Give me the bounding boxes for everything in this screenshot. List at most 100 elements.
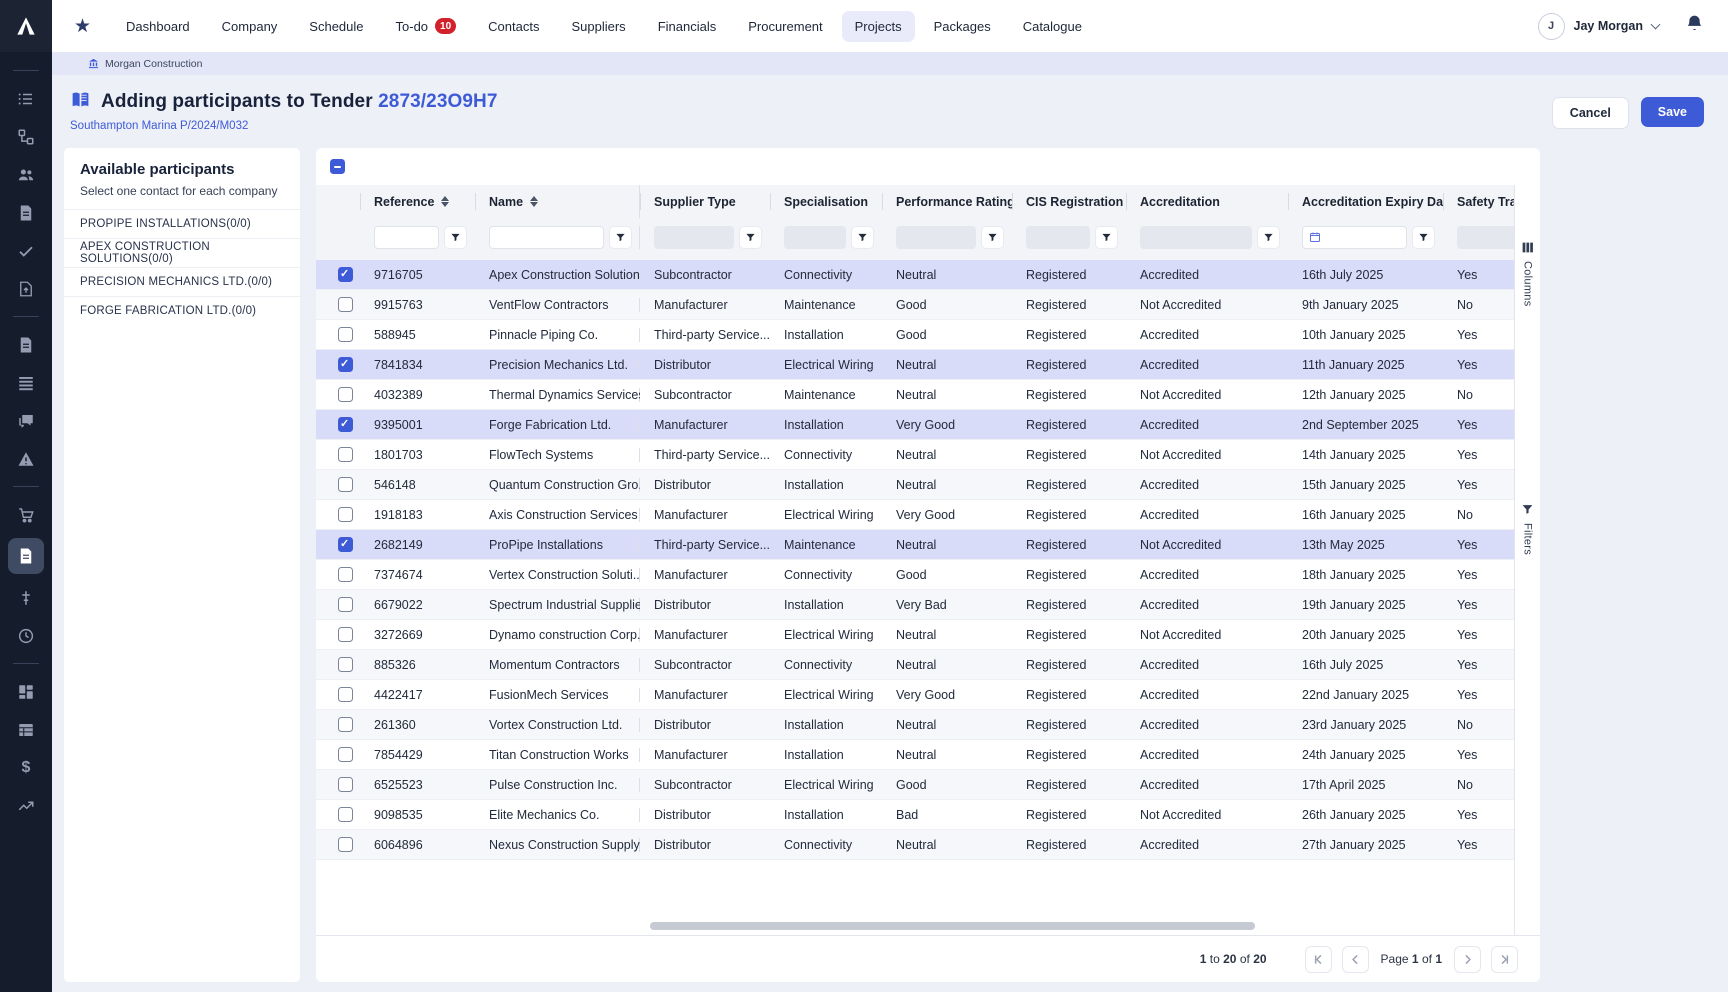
nav-item[interactable]: Contacts (475, 11, 552, 42)
table-row[interactable]: 7841834 Precision Mechanics Ltd. Distrib… (316, 350, 1514, 380)
column-header-accreditation[interactable]: Accreditation (1126, 185, 1288, 218)
table-row[interactable]: 588945 Pinnacle Piping Co. Third-party S… (316, 320, 1514, 350)
nav-item[interactable]: To-do 10 (383, 10, 470, 42)
table-row[interactable]: 7374674 Vertex Construction Soluti... Ma… (316, 560, 1514, 590)
company-list-item[interactable]: PROPIPE INSTALLATIONS(0/0) (64, 209, 300, 238)
trend-icon[interactable] (9, 791, 43, 820)
filter-funnel-icon[interactable] (609, 226, 632, 249)
safety-training-filter-input[interactable] (1457, 226, 1514, 249)
row-checkbox[interactable] (338, 747, 353, 762)
filter-funnel-icon[interactable] (1257, 226, 1280, 249)
table-row[interactable]: 1801703 FlowTech Systems Third-party Ser… (316, 440, 1514, 470)
next-page-button[interactable] (1454, 946, 1481, 973)
sort-icon[interactable] (441, 196, 449, 207)
nav-item[interactable]: Suppliers (558, 11, 638, 42)
last-page-button[interactable] (1491, 946, 1518, 973)
row-checkbox[interactable] (338, 477, 353, 492)
accreditation-filter-input[interactable] (1140, 226, 1252, 249)
rows-icon[interactable] (9, 368, 43, 397)
company-list-item[interactable]: FORGE FABRICATION LTD.(0/0) (64, 296, 300, 325)
expiry-date-filter-input[interactable] (1302, 226, 1407, 249)
table-row[interactable]: 9915763 VentFlow Contractors Manufacture… (316, 290, 1514, 320)
row-checkbox[interactable] (338, 357, 353, 372)
row-checkbox[interactable] (338, 327, 353, 342)
clock-icon[interactable] (9, 621, 43, 650)
chat-icon[interactable] (9, 406, 43, 435)
table-row[interactable]: 6525523 Pulse Construction Inc. Subcontr… (316, 770, 1514, 800)
table-row[interactable]: 885326 Momentum Contractors Subcontracto… (316, 650, 1514, 680)
column-header-specialisation[interactable]: Specialisation (770, 185, 882, 218)
document-active-icon[interactable] (8, 538, 44, 574)
company-list-item[interactable]: APEX CONSTRUCTION SOLUTIONS(0/0) (64, 238, 300, 267)
specialisation-filter-input[interactable] (784, 226, 846, 249)
cart-icon[interactable] (9, 500, 43, 529)
tender-reference-link[interactable]: 2873/23O9H7 (378, 91, 497, 112)
performance-rating-filter-input[interactable] (896, 226, 976, 249)
row-checkbox[interactable] (338, 387, 353, 402)
nav-item[interactable]: Company (209, 11, 291, 42)
warning-icon[interactable] (9, 444, 43, 473)
reference-filter-input[interactable] (374, 226, 439, 249)
table-row[interactable]: 2682149 ProPipe Installations Third-part… (316, 530, 1514, 560)
cis-registration-filter-input[interactable] (1026, 226, 1090, 249)
dollar-icon[interactable]: $ (9, 753, 43, 782)
column-header-cis-registration[interactable]: CIS Registration (1012, 185, 1126, 218)
sliders-icon[interactable] (9, 583, 43, 612)
previous-page-button[interactable] (1342, 946, 1369, 973)
row-checkbox[interactable] (338, 627, 353, 642)
file-upload-icon[interactable] (9, 274, 43, 303)
row-checkbox[interactable] (338, 687, 353, 702)
favorites-star-icon[interactable]: ★ (74, 15, 91, 38)
document-icon[interactable] (9, 330, 43, 359)
filter-funnel-icon[interactable] (981, 226, 1004, 249)
breadcrumb[interactable]: Morgan Construction (52, 52, 1728, 75)
supplier-type-filter-input[interactable] (654, 226, 734, 249)
filter-funnel-icon[interactable] (1095, 226, 1118, 249)
tab-filters[interactable]: Filters (1521, 503, 1534, 555)
table-icon[interactable] (9, 715, 43, 744)
row-checkbox[interactable] (338, 447, 353, 462)
row-checkbox[interactable] (338, 297, 353, 312)
table-row[interactable]: 261360 Vortex Construction Ltd. Distribu… (316, 710, 1514, 740)
column-header-name[interactable]: Name (475, 185, 640, 218)
column-header-performance-rating[interactable]: Performance Rating (882, 185, 1012, 218)
filter-funnel-icon[interactable] (851, 226, 874, 249)
table-row[interactable]: 9098535 Elite Mechanics Co. Distributor … (316, 800, 1514, 830)
nav-item[interactable]: Procurement (735, 11, 835, 42)
row-checkbox[interactable] (338, 537, 353, 552)
app-logo[interactable] (0, 0, 52, 52)
row-checkbox[interactable] (338, 777, 353, 792)
nav-item[interactable]: Dashboard (113, 11, 203, 42)
table-row[interactable]: 6064896 Nexus Construction Supply Distri… (316, 830, 1514, 860)
row-checkbox[interactable] (338, 567, 353, 582)
list-icon[interactable] (9, 84, 43, 113)
column-header-reference[interactable]: Reference (360, 185, 475, 218)
table-row[interactable]: 4032389 Thermal Dynamics Services Subcon… (316, 380, 1514, 410)
project-subtitle-link[interactable]: Southampton Marina P/2024/M032 (70, 120, 498, 132)
notifications-bell-icon[interactable] (1685, 14, 1704, 38)
select-all-checkbox[interactable] (330, 159, 345, 174)
nav-item[interactable]: Schedule (296, 11, 376, 42)
company-list-item[interactable]: PRECISION MECHANICS LTD.(0/0) (64, 267, 300, 296)
sort-icon[interactable] (530, 196, 538, 207)
nav-item[interactable]: Catalogue (1010, 11, 1095, 42)
table-row[interactable]: 9716705 Apex Construction Solutions Subc… (316, 260, 1514, 290)
hierarchy-icon[interactable] (9, 122, 43, 151)
column-header-accreditation-expiry-date[interactable]: Accreditation Expiry Date (1288, 185, 1443, 218)
row-checkbox[interactable] (338, 267, 353, 282)
save-button[interactable]: Save (1641, 97, 1704, 127)
row-checkbox[interactable] (338, 597, 353, 612)
row-checkbox[interactable] (338, 507, 353, 522)
filter-funnel-icon[interactable] (444, 226, 467, 249)
name-filter-input[interactable] (489, 226, 604, 249)
column-header-safety-training[interactable]: Safety Training (1443, 185, 1514, 218)
table-row[interactable]: 1918183 Axis Construction Services Manuf… (316, 500, 1514, 530)
first-page-button[interactable] (1305, 946, 1332, 973)
users-icon[interactable] (9, 160, 43, 189)
horizontal-scrollbar-thumb[interactable] (650, 922, 1255, 930)
filter-funnel-icon[interactable] (739, 226, 762, 249)
table-row[interactable]: 4422417 FusionMech Services Manufacturer… (316, 680, 1514, 710)
table-row[interactable]: 6679022 Spectrum Industrial Supplies Dis… (316, 590, 1514, 620)
table-row[interactable]: 9395001 Forge Fabrication Ltd. Manufactu… (316, 410, 1514, 440)
table-row[interactable]: 546148 Quantum Construction Gro... Distr… (316, 470, 1514, 500)
